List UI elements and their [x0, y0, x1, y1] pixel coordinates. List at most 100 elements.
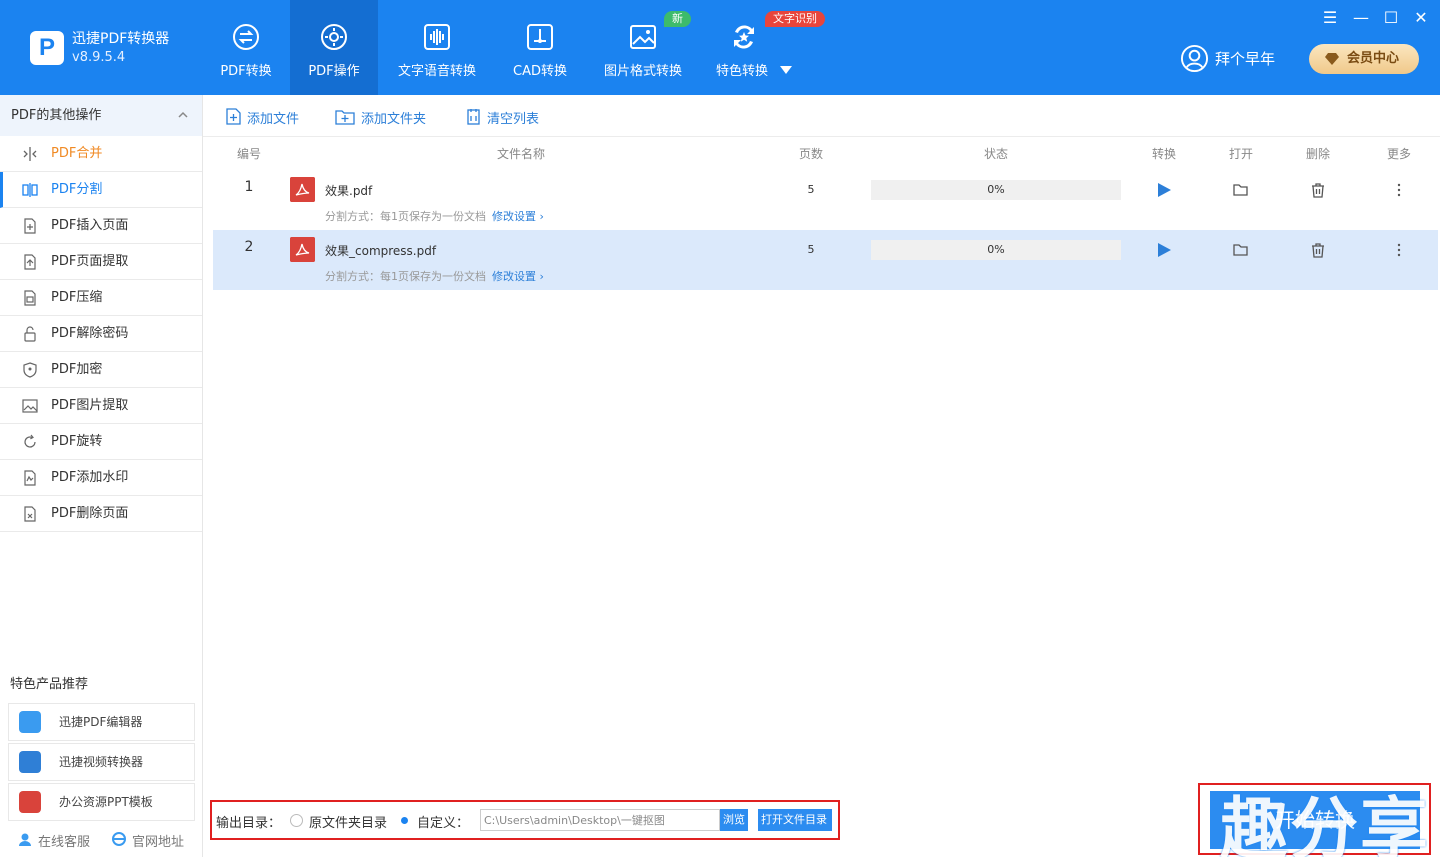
sidebar-item-unlock[interactable]: PDF解除密码 [0, 316, 202, 352]
cad-icon [527, 24, 553, 50]
sidebar-item-extract-page[interactable]: PDF页面提取 [0, 244, 202, 280]
progress-text: 0% [987, 183, 1005, 196]
original-folder-label[interactable]: 原文件夹目录 [309, 812, 387, 831]
col-number: 编号 [236, 147, 262, 161]
col-status: 状态 [983, 147, 1009, 161]
tab-label: 图片格式转换 [603, 64, 682, 79]
sidebar-item-compress[interactable]: PDF压缩 [0, 280, 202, 316]
sidebar-item-insert-page[interactable]: PDF插入页面 [0, 208, 202, 244]
table-row[interactable]: 1 效果.pdf 分割方式：每1页保存为一份文档 修改设置 › 5 0% [213, 170, 1438, 230]
tab-pdf-convert[interactable]: PDF转换 [203, 0, 289, 95]
page-count: 5 [807, 183, 815, 196]
split-mode-label: 分割方式：每1页保存为一份文档 [325, 210, 486, 223]
user-greeting[interactable]: 拜个早年 [1215, 48, 1275, 69]
sidebar: PDF的其他操作 PDF合并 PDF分割 PDF插入页面 PDF页面提取 PDF… [0, 95, 203, 857]
tab-label: CAD转换 [513, 64, 567, 79]
settings-icon [321, 24, 347, 50]
col-filename: 文件名称 [496, 147, 546, 161]
sidebar-item-rotate[interactable]: PDF旋转 [0, 424, 202, 460]
menu-icon[interactable]: ☰ [1320, 8, 1340, 28]
progress-bar: 0% [871, 240, 1121, 260]
convert-icon [233, 24, 259, 50]
sidebar-header[interactable]: PDF的其他操作 [0, 95, 202, 136]
sidebar-item-label: PDF加密 [51, 362, 103, 377]
delete-page-icon [24, 506, 36, 522]
more-vertical-icon[interactable] [1391, 242, 1407, 258]
split-mode-label: 分割方式：每1页保存为一份文档 [325, 270, 486, 283]
diamond-icon [1325, 53, 1339, 65]
recommend-pdf-editor[interactable]: 迅捷PDF编辑器 [8, 703, 195, 741]
custom-folder-label[interactable]: 自定义： [417, 812, 469, 831]
sidebar-item-label: PDF压缩 [51, 290, 103, 305]
sidebar-item-watermark[interactable]: PDF添加水印 [0, 460, 202, 496]
col-delete: 删除 [1305, 147, 1331, 161]
minimize-icon[interactable]: — [1351, 8, 1371, 28]
customer-service-icon [19, 833, 31, 846]
split-icon [22, 183, 38, 197]
user-avatar-icon[interactable] [1180, 44, 1209, 73]
add-folder-button[interactable]: 添加文件夹 [335, 108, 426, 127]
app-logo: P [30, 31, 64, 65]
file-table-header: 编号 文件名称 页数 状态 转换 打开 删除 更多 [213, 145, 1438, 165]
shield-icon [23, 362, 37, 378]
row-number: 2 [244, 239, 254, 255]
tab-label: PDF操作 [308, 64, 360, 79]
sidebar-item-delete-page[interactable]: PDF删除页面 [0, 496, 202, 532]
extract-page-icon [24, 254, 36, 270]
picture-icon [22, 399, 38, 413]
play-icon[interactable] [1156, 182, 1172, 198]
tab-pdf-operate[interactable]: PDF操作 [290, 0, 378, 95]
open-folder-icon[interactable] [1233, 242, 1249, 258]
clear-list-icon [467, 109, 480, 125]
online-service-link[interactable]: 在线客服 [18, 831, 90, 850]
video-converter-icon [19, 751, 41, 773]
browse-button[interactable]: 浏览 [720, 809, 748, 831]
col-convert: 转换 [1151, 147, 1177, 161]
table-row[interactable]: 2 效果_compress.pdf 分割方式：每1页保存为一份文档 修改设置 › … [213, 230, 1438, 290]
modify-settings-link[interactable]: 修改设置 › [492, 210, 544, 223]
dropdown-caret-icon[interactable] [780, 66, 792, 74]
toolbar-label: 清空列表 [487, 112, 540, 127]
output-path-input[interactable] [480, 809, 720, 831]
recommend-video-converter[interactable]: 迅捷视频转换器 [8, 743, 195, 781]
col-more: 更多 [1386, 147, 1412, 161]
open-folder-button[interactable]: 打开文件目录 [758, 809, 832, 831]
recommend-ppt-templates[interactable]: 办公资源PPT模板 [8, 783, 195, 821]
more-vertical-icon[interactable] [1391, 182, 1407, 198]
chevron-up-icon[interactable] [178, 110, 188, 120]
maximize-icon[interactable]: ☐ [1381, 8, 1401, 28]
tab-cad-convert[interactable]: CAD转换 [500, 0, 580, 95]
image-icon [630, 25, 656, 49]
radio-original-folder[interactable] [290, 814, 303, 827]
sidebar-item-label: PDF图片提取 [51, 398, 129, 413]
add-file-button[interactable]: 添加文件 [225, 108, 299, 127]
official-site-link[interactable]: 官网地址 [112, 831, 184, 850]
sidebar-item-merge[interactable]: PDF合并 [0, 136, 202, 172]
pdf-editor-icon [19, 711, 41, 733]
trash-icon[interactable] [1310, 242, 1326, 258]
radio-custom-folder[interactable] [398, 814, 411, 827]
close-icon[interactable]: ✕ [1411, 8, 1431, 28]
sidebar-item-label: PDF添加水印 [51, 470, 129, 485]
open-folder-icon[interactable] [1233, 182, 1249, 198]
app-name: 迅捷PDF转换器 [72, 31, 170, 47]
tab-text-speech[interactable]: 文字语音转换 [388, 0, 486, 95]
file-name: 效果.pdf [325, 184, 373, 198]
clear-list-button[interactable]: 清空列表 [465, 108, 539, 127]
merge-icon [23, 147, 37, 161]
split-mode-text: 分割方式：每1页保存为一份文档 修改设置 › [325, 208, 544, 224]
top-bar: P 迅捷PDF转换器 v8.9.5.4 PDF转换 PDF操作 文字语音转换 C… [0, 0, 1440, 95]
trash-icon[interactable] [1310, 182, 1326, 198]
add-folder-icon [335, 110, 355, 125]
output-directory-bar: 输出目录： 原文件夹目录 自定义： 浏览 打开文件目录 [210, 800, 840, 840]
sidebar-item-split[interactable]: PDF分割 [0, 172, 202, 208]
watermark-overlay: 趣分享 [1220, 791, 1431, 857]
vip-center-button[interactable]: 会员中心 [1309, 44, 1419, 74]
sidebar-item-encrypt[interactable]: PDF加密 [0, 352, 202, 388]
modify-settings-link[interactable]: 修改设置 › [492, 270, 544, 283]
progress-text: 0% [987, 243, 1005, 256]
sidebar-item-extract-images[interactable]: PDF图片提取 [0, 388, 202, 424]
play-icon[interactable] [1156, 242, 1172, 258]
split-mode-text: 分割方式：每1页保存为一份文档 修改设置 › [325, 268, 544, 284]
audio-wave-icon [424, 24, 450, 50]
